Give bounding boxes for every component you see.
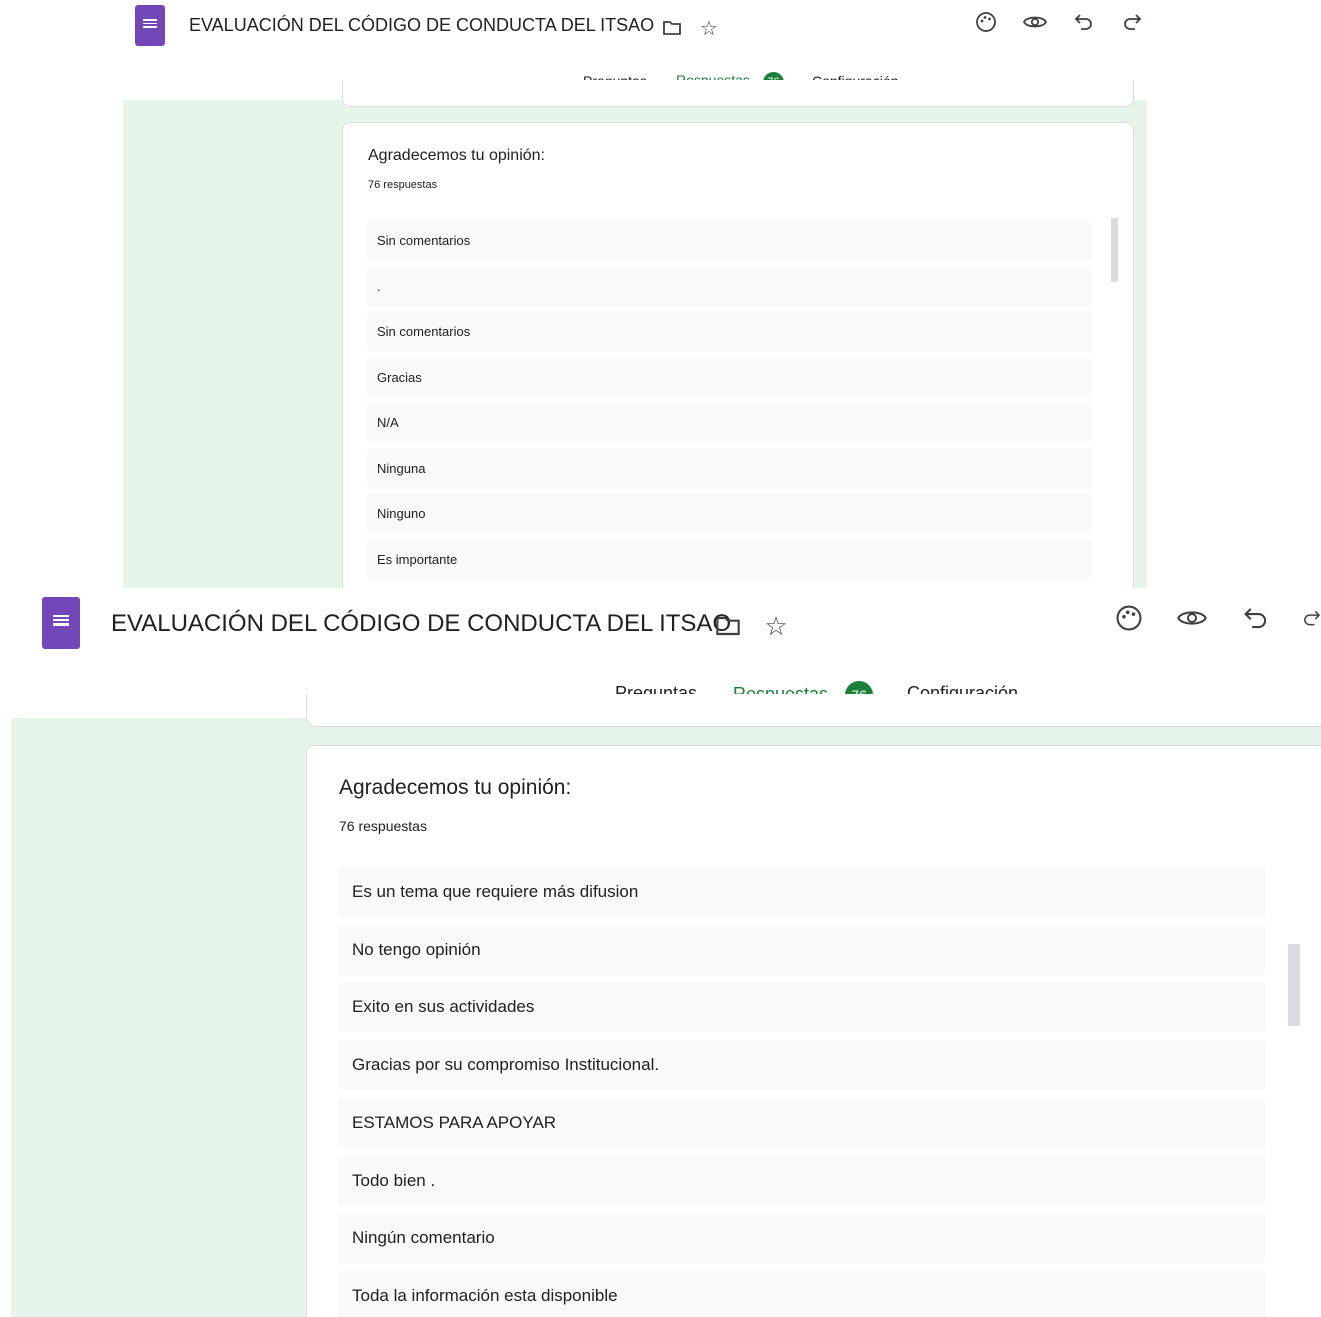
question-title: Agradecemos tu opinión: <box>339 776 572 799</box>
preview-eye-icon[interactable] <box>1022 10 1048 34</box>
previous-card-edge <box>306 694 1321 727</box>
response-item: Es un tema que requiere más difusion <box>338 867 1266 917</box>
folder-icon[interactable] <box>660 16 684 40</box>
form-title[interactable]: EVALUACIÓN DEL CÓDIGO DE CONDUCTA DEL IT… <box>111 610 731 638</box>
response-text: Ningún comentario <box>352 1228 495 1248</box>
response-item: Sin comentarios <box>367 311 1092 352</box>
response-item: Ninguna <box>367 447 1092 489</box>
response-text: Gracias <box>377 369 422 385</box>
form-title[interactable]: EVALUACIÓN DEL CÓDIGO DE CONDUCTA DEL IT… <box>189 15 654 36</box>
response-text: . <box>377 278 381 294</box>
folder-icon[interactable] <box>712 610 744 642</box>
previous-card-edge <box>342 80 1134 107</box>
scrollbar-thumb[interactable] <box>1288 944 1300 1026</box>
response-text: Sin comentarios <box>377 233 471 248</box>
response-item: N/A <box>367 402 1092 443</box>
question-title: Agradecemos tu opinión: <box>368 147 545 164</box>
response-text: No tengo opinión <box>352 939 481 959</box>
response-item: Exito en sus actividades <box>338 982 1266 1033</box>
response-text: Gracias por su compromiso Institucional. <box>352 1055 660 1075</box>
response-item: . <box>367 265 1092 307</box>
forms-logo-icon[interactable] <box>42 597 80 649</box>
response-text: Todo bien . <box>352 1170 436 1190</box>
palette-icon[interactable] <box>1113 602 1145 634</box>
palette-icon[interactable] <box>974 10 998 34</box>
star-icon[interactable]: ☆ <box>760 610 792 642</box>
response-text: ESTAMOS PARA APOYAR <box>352 1112 557 1132</box>
response-item: Ninguno <box>367 493 1092 534</box>
response-count: 76 respuestas <box>368 179 438 191</box>
response-count: 76 respuestas <box>339 818 427 834</box>
response-text: Exito en sus actividades <box>352 997 535 1017</box>
bottom-screenshot: EVALUACIÓN DEL CÓDIGO DE CONDUCTA DEL IT… <box>0 588 1321 1317</box>
undo-icon[interactable] <box>1072 10 1096 34</box>
forms-logo-icon[interactable] <box>135 5 165 46</box>
redo-icon[interactable] <box>1120 10 1144 34</box>
response-text: Ninguna <box>377 460 426 476</box>
response-item: ESTAMOS PARA APOYAR <box>338 1097 1266 1148</box>
undo-icon[interactable] <box>1240 602 1272 634</box>
response-item: Todo bien . <box>338 1155 1266 1206</box>
response-text: Toda la información esta disponible <box>352 1285 618 1305</box>
response-item: Ningún comentario <box>338 1213 1266 1264</box>
response-item: Toda la información esta disponible <box>338 1270 1266 1317</box>
preview-eye-icon[interactable] <box>1175 602 1209 634</box>
top-screenshot: EVALUACIÓN DEL CÓDIGO DE CONDUCTA DEL IT… <box>0 0 1321 588</box>
scrollbar-thumb[interactable] <box>1111 218 1118 282</box>
response-item: No tengo opinión <box>338 924 1266 975</box>
response-text: N/A <box>377 415 399 430</box>
redo-icon-partial[interactable] <box>1302 602 1321 634</box>
response-text: Sin comentarios <box>377 324 471 339</box>
response-text: Es un tema que requiere más difusion <box>352 882 639 901</box>
response-item: Es importante <box>367 538 1092 580</box>
response-item: Gracias por su compromiso Institucional. <box>338 1040 1266 1091</box>
response-text: Ninguno <box>377 506 426 521</box>
response-text: Es importante <box>377 551 458 567</box>
star-icon[interactable]: ☆ <box>697 16 721 40</box>
response-item: Sin comentarios <box>367 220 1092 261</box>
response-item: Gracias <box>367 356 1092 398</box>
